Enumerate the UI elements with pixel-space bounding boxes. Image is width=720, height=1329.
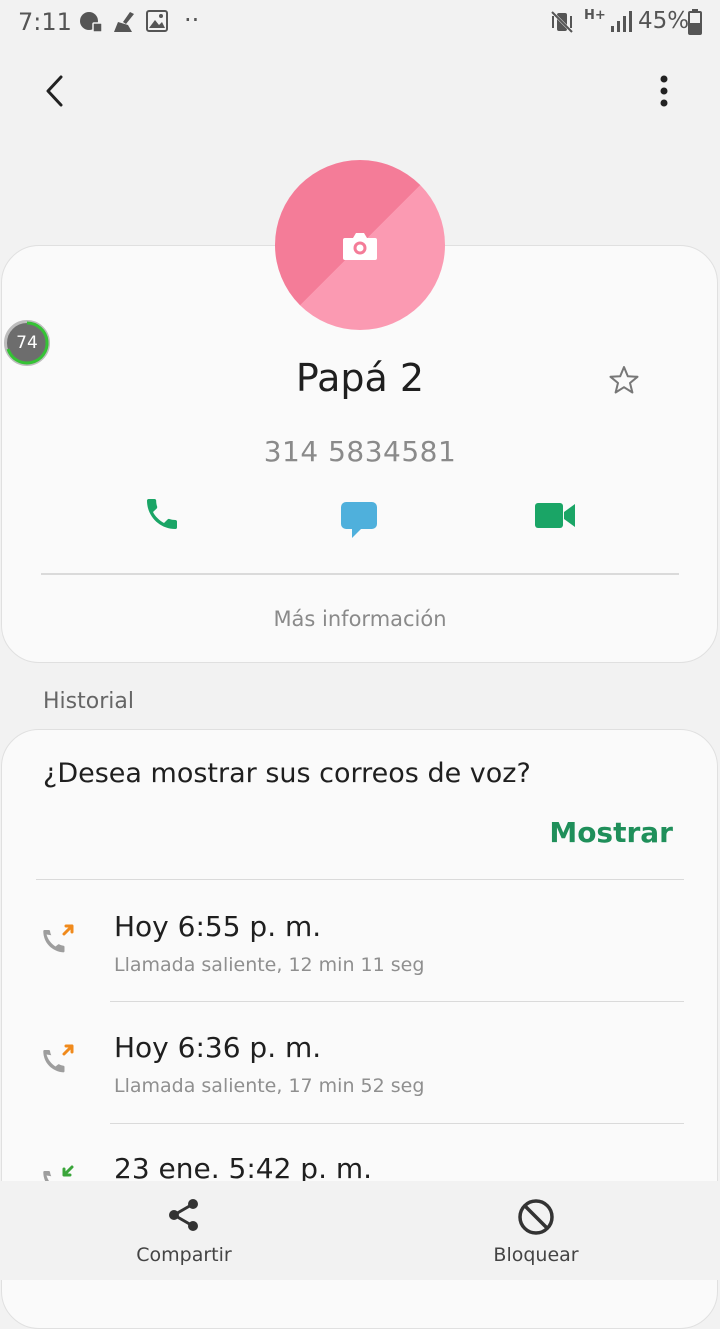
history-label: Historial [43, 689, 134, 714]
bottom-action-bar: Compartir Bloquear [0, 1181, 720, 1280]
status-time: 7:11 [18, 8, 72, 36]
battery-icon [688, 9, 702, 39]
video-camera-icon [535, 503, 575, 528]
block-button[interactable]: Bloquear [436, 1181, 636, 1280]
more-vert-icon [660, 75, 668, 107]
back-arrow-icon [46, 75, 63, 107]
video-call-button[interactable] [534, 500, 578, 532]
camera-icon [343, 233, 377, 260]
notification-icon [78, 10, 104, 38]
card-divider [41, 573, 679, 575]
share-icon [169, 1199, 198, 1231]
show-voicemail-button[interactable]: Mostrar [549, 816, 673, 849]
battery-percent: 45% [638, 8, 690, 34]
more-info-link[interactable]: Más información [0, 607, 720, 631]
outgoing-call-icon [40, 1042, 78, 1084]
history-row-title: Hoy 6:36 p. m. [114, 1031, 322, 1064]
status-bar: 7:11 ·· H+ 45% [0, 0, 720, 44]
favorite-button[interactable] [606, 362, 642, 398]
row-divider [110, 1123, 684, 1124]
message-bubble-icon [341, 502, 377, 538]
more-notifications-dots: ·· [184, 6, 200, 34]
voicemail-question: ¿Desea mostrar sus correos de voz? [43, 758, 531, 789]
share-button[interactable]: Compartir [84, 1181, 284, 1280]
cleaner-icon [112, 10, 138, 38]
mute-vibrate-icon [550, 10, 574, 38]
row-divider [110, 1001, 684, 1002]
message-button[interactable] [340, 500, 380, 540]
history-row-title: Hoy 6:55 p. m. [114, 910, 322, 943]
share-label: Compartir [136, 1244, 232, 1266]
phone-icon [147, 499, 177, 529]
network-type: H+ [584, 8, 606, 23]
block-label: Bloquear [493, 1244, 579, 1266]
outgoing-call-icon [40, 922, 78, 964]
history-row-subtitle: Llamada saliente, 12 min 11 seg [114, 954, 425, 976]
signal-icon [610, 10, 634, 38]
back-button[interactable] [27, 63, 83, 119]
image-icon [146, 10, 168, 36]
contact-avatar[interactable] [275, 160, 445, 330]
contact-number: 314 5834581 [263, 435, 457, 468]
history-divider [36, 879, 684, 880]
history-row[interactable] [0, 885, 720, 1001]
more-options-button[interactable] [636, 63, 692, 119]
badge-count: 74 [16, 333, 38, 353]
call-button[interactable] [142, 494, 186, 538]
block-icon [518, 1199, 554, 1235]
star-outline-icon [609, 366, 639, 394]
history-row-subtitle: Llamada saliente, 17 min 52 seg [114, 1075, 425, 1097]
history-row[interactable] [0, 1006, 720, 1122]
